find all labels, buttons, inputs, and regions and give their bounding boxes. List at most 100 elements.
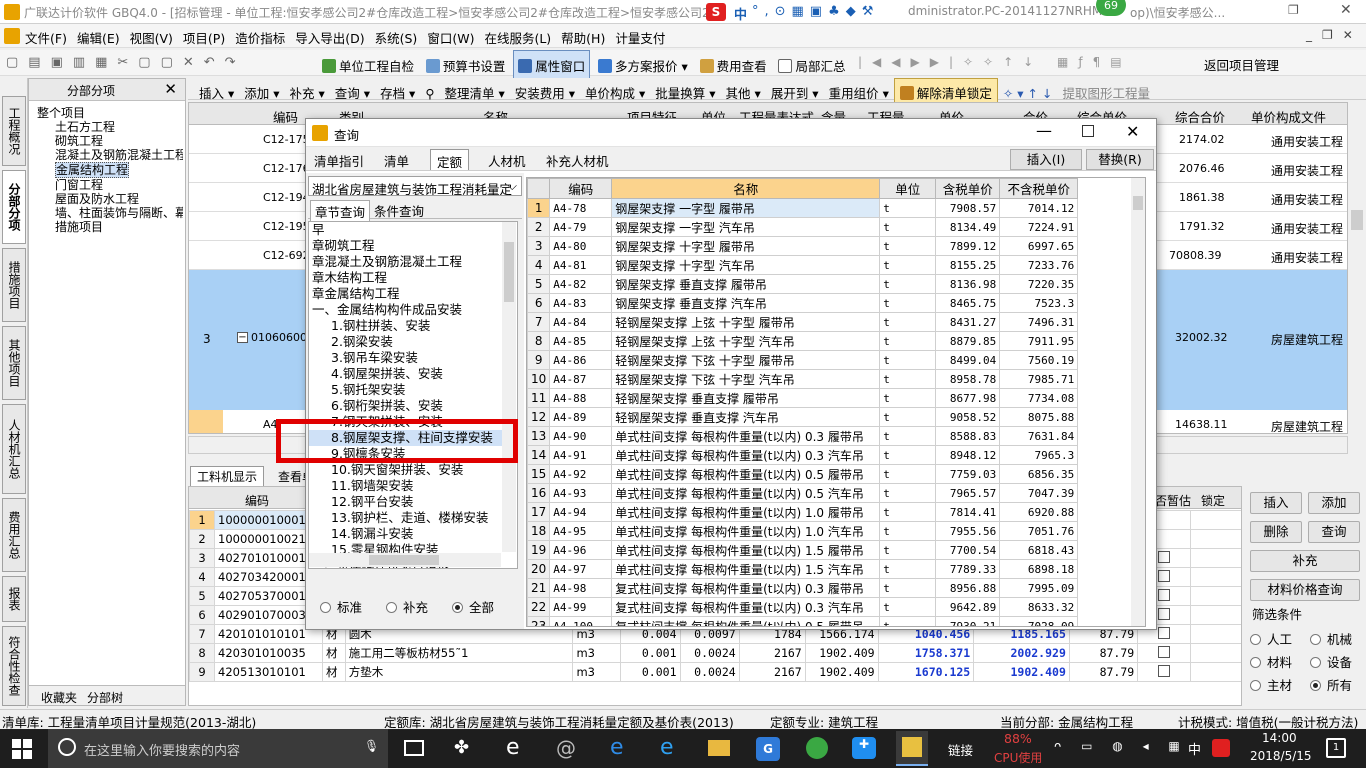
fee-view-button[interactable]: 费用查看 xyxy=(696,51,771,80)
quota-row[interactable]: 22 A4-99 复式柱间支撑 每根构件重量(t以内) 0.3 汽车吊 t 9642.8… xyxy=(527,597,1079,617)
tab-fee-summary[interactable]: 费用汇总 xyxy=(2,498,26,572)
quota-row[interactable]: 2 A4-79 钢屋架支撑 一字型 汽车吊 t 8134.49 7224.91 xyxy=(527,217,1079,237)
col-comp-total[interactable]: 综合合价 xyxy=(1175,107,1225,126)
tab-reports[interactable]: 报表 xyxy=(2,576,26,622)
quota-row[interactable]: 7 A4-84 轻钢屋架支撑 上弦 十字型 履带吊 t 8431.27 7496.31 xyxy=(527,312,1079,332)
tree-item-concrete[interactable]: 混凝土及钢筋混凝土工程 xyxy=(37,148,183,162)
quota-library-select[interactable]: 湖北省房屋建筑与装饰工程消耗量定 ⌵ xyxy=(308,176,522,196)
chapter-tree-item[interactable]: 章混凝土及钢筋混凝土工程 xyxy=(309,254,517,270)
quota-row[interactable]: 20 A4-97 单式柱间支撑 每根构件重量(t以内) 1.5 汽车吊 t 7789.3… xyxy=(527,559,1079,579)
tab-other-items[interactable]: 其他项目 xyxy=(2,326,26,400)
filter-equipment[interactable]: 设备 xyxy=(1310,655,1352,670)
quota-row[interactable]: 16 A4-93 单式柱间支撑 每根构件重量(t以内) 0.5 汽车吊 t 7965.5… xyxy=(527,483,1079,503)
quota-row[interactable]: 14 A4-91 单式柱间支撑 每根构件重量(t以内) 0.3 汽车吊 t 8948.1… xyxy=(527,445,1079,465)
main-grid-vscrollbar[interactable] xyxy=(1348,102,1366,434)
tree-item-doors[interactable]: 门窗工程 xyxy=(37,178,185,192)
dialog-close-icon[interactable]: ✕ xyxy=(1126,122,1139,141)
ime-indicator[interactable]: 中 xyxy=(734,4,747,23)
tree-item-metal[interactable]: 金属结构工程 xyxy=(55,162,130,178)
subtab-condition[interactable]: 条件查询 xyxy=(370,200,428,221)
quota-row[interactable]: 13 A4-90 单式柱间支撑 每根构件重量(t以内) 0.3 履带吊 t 8588.8… xyxy=(527,426,1079,446)
tree-item-root[interactable]: 整个项目 xyxy=(37,106,185,120)
radio-all[interactable]: 全部 xyxy=(452,600,494,615)
table-row[interactable]: 9 420513010101 材方垫木 m3 0.001 0.0024 2167 1902.4… xyxy=(189,662,1241,682)
edge-icon[interactable]: e xyxy=(610,735,624,760)
menu-cost-index[interactable]: 造价指标 xyxy=(230,24,290,51)
provisional-checkbox[interactable] xyxy=(1157,569,1170,582)
provisional-checkbox[interactable] xyxy=(1157,664,1170,677)
tree-item-measures[interactable]: 措施项目 xyxy=(37,220,185,234)
dialog-insert-button[interactable]: 插入(I) xyxy=(1010,149,1082,170)
tool-app-icon[interactable]: ✚ xyxy=(852,737,876,759)
swirl-icon[interactable]: @ xyxy=(556,736,576,760)
folder-icon[interactable] xyxy=(708,740,730,756)
bottom-insert-button[interactable]: 插入 xyxy=(1250,492,1302,514)
quota-row[interactable]: 4 A4-81 钢屋架支撑 十字型 汽车吊 t 8155.25 7233.76 xyxy=(527,255,1079,275)
green-app-icon[interactable] xyxy=(806,737,828,759)
provisional-checkbox[interactable] xyxy=(1157,588,1170,601)
filter-material[interactable]: 材料 xyxy=(1250,651,1310,674)
subtab-chapter[interactable]: 章节查询 xyxy=(310,200,371,222)
toolbar-file-icons[interactable]: ▢▤▣▥▦✂▢▢✕↶↷ xyxy=(6,55,246,70)
quota-row[interactable]: 8 A4-85 轻钢屋架支撑 上弦 十字型 汽车吊 t 8879.85 7911.95 xyxy=(527,331,1079,351)
return-project-button[interactable]: 返回项目管理 xyxy=(1204,55,1279,74)
tab-compliance[interactable]: 符合性检查 xyxy=(2,626,26,706)
ie-blue-icon[interactable]: e xyxy=(660,735,674,760)
restore-icon[interactable]: ❐ xyxy=(1288,3,1299,17)
chapter-tree-item[interactable]: 14.钢漏斗安装 xyxy=(309,526,517,542)
bottom-col-provisional[interactable]: 否暂估 xyxy=(1155,492,1191,509)
menu-view[interactable]: 视图(V) xyxy=(125,24,178,51)
tray-icons[interactable]: ᴖ ▭ ◍ ◂ ▦ xyxy=(1054,739,1188,753)
clock-time[interactable]: 14:00 xyxy=(1262,731,1297,745)
chapter-tree-item[interactable]: 1.钢柱拼装、安装 xyxy=(309,318,517,334)
quota-row[interactable]: 10 A4-87 轻钢屋架支撑 下弦 十字型 汽车吊 t 8958.78 7985.71 xyxy=(527,369,1079,389)
budget-settings-button[interactable]: 预算书设置 xyxy=(422,51,510,80)
tree-item-roof[interactable]: 屋面及防水工程 xyxy=(37,192,185,206)
chapter-tree-item[interactable]: 早 xyxy=(309,222,517,238)
toolbar-nav-icons[interactable]: |◀◀▶▶|✧✧↑↓ ▦ƒ¶▤ xyxy=(858,55,1132,69)
filter-labor[interactable]: 人工 xyxy=(1250,628,1310,651)
property-window-button[interactable]: 属性窗口 xyxy=(513,50,591,81)
bottom-add-button[interactable]: 添加 xyxy=(1308,492,1360,514)
ime-toolbar-icons[interactable]: °,⊙▦▣♣◆⚒ xyxy=(752,4,879,19)
quota-row[interactable]: 5 A4-82 钢屋架支撑 垂直支撑 履带吊 t 8136.98 7220.35 xyxy=(527,274,1079,294)
badge-count[interactable]: 69 xyxy=(1096,0,1126,16)
provisional-checkbox[interactable] xyxy=(1157,550,1170,563)
bottom-supplement-button[interactable]: 补充 xyxy=(1250,550,1360,572)
self-check-button[interactable]: 单位工程自检 xyxy=(318,51,418,80)
tray-ime[interactable]: 中 xyxy=(1188,739,1201,758)
dtab-materials[interactable]: 人材机 xyxy=(482,149,532,170)
qcol-tax-price[interactable]: 含税单价 xyxy=(935,178,1001,199)
tab-sub-items[interactable]: 分部分项 xyxy=(2,170,26,244)
dtab-supp-materials[interactable]: 补充人材机 xyxy=(540,149,615,170)
filter-machine[interactable]: 机械 xyxy=(1310,632,1352,647)
quota-row[interactable]: 9 A4-86 轻钢屋架支撑 下弦 十字型 履带吊 t 8499.04 7560.19 xyxy=(527,350,1079,370)
bottom-col-lock[interactable]: 锁定 xyxy=(1201,492,1225,509)
start-icon[interactable] xyxy=(12,739,32,759)
quota-row[interactable]: 23 A4-100 复式柱间支撑 每根构件重量(t以内) 0.5 履带吊 t 7930.… xyxy=(527,616,1079,626)
menu-measure-pay[interactable]: 计量支付 xyxy=(610,24,670,51)
tray-sogou-icon[interactable] xyxy=(1212,739,1230,757)
chapter-tree-hscroll[interactable] xyxy=(309,553,501,567)
col-code[interactable]: 编码 xyxy=(273,107,298,126)
chapter-tree-item[interactable]: 12.钢平台安装 xyxy=(309,494,517,510)
link-label[interactable]: 链接 xyxy=(948,740,973,759)
chapter-tree-item[interactable]: 10.钢天窗架拼装、安装 xyxy=(309,462,517,478)
collapse-icon[interactable]: − xyxy=(237,332,248,343)
pinwheel-icon[interactable]: ✤ xyxy=(454,737,469,758)
sogou-icon[interactable]: S xyxy=(706,3,726,21)
quota-row[interactable]: 18 A4-95 单式柱间支撑 每根构件重量(t以内) 1.0 汽车吊 t 7955.5… xyxy=(527,521,1079,541)
radio-supplement[interactable]: 补充 xyxy=(386,600,428,615)
chapter-tree-item[interactable]: 13.钢护栏、走道、楼梯安装 xyxy=(309,510,517,526)
filter-main-material[interactable]: 主材 xyxy=(1250,674,1310,697)
quota-row[interactable]: 6 A4-83 钢屋架支撑 垂直支撑 汽车吊 t 8465.75 7523.3 xyxy=(527,293,1079,313)
chapter-tree-item[interactable]: 章砌筑工程 xyxy=(309,238,517,254)
quota-row[interactable]: 15 A4-92 单式柱间支撑 每根构件重量(t以内) 0.5 履带吊 t 7759.0… xyxy=(527,464,1079,484)
dialog-replace-button[interactable]: 替换(R) xyxy=(1086,149,1154,170)
quota-row[interactable]: 11 A4-88 轻钢屋架支撑 垂直支撑 履带吊 t 8677.98 7734.08 xyxy=(527,388,1079,408)
bottom-query-button[interactable]: 查询 xyxy=(1308,521,1360,543)
quota-row[interactable]: 17 A4-94 单式柱间支撑 每根构件重量(t以内) 1.0 履带吊 t 7814.4… xyxy=(527,502,1079,522)
g-app-icon[interactable]: G xyxy=(756,737,780,761)
tree-item-earthwork[interactable]: 土石方工程 xyxy=(37,120,185,134)
bottom-delete-button[interactable]: 删除 xyxy=(1250,521,1302,543)
